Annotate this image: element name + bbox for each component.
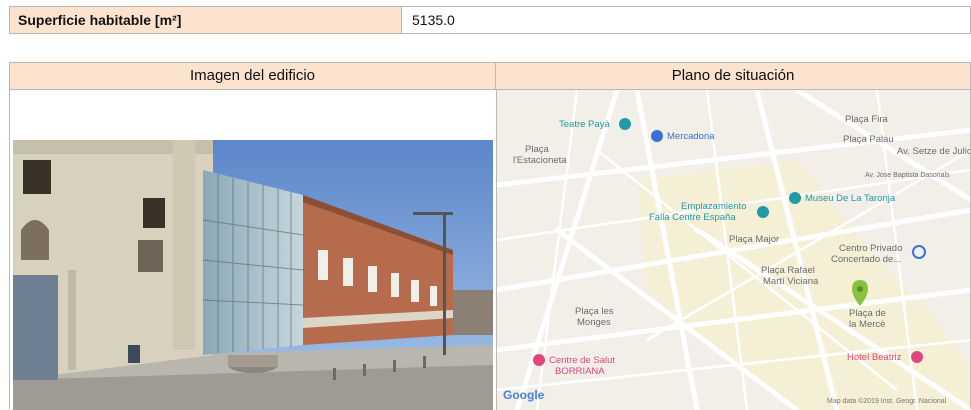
emplazamiento-pin-icon: [757, 206, 769, 218]
building-table: Imagen del edificio Plano de situación T…: [9, 62, 971, 410]
location-map-cell: Teatre Payà Mercadona Plaça Fira Plaça P…: [497, 90, 970, 410]
location-map-header: Plano de situación: [671, 67, 795, 84]
hotel-pin-icon: [911, 351, 923, 363]
map-label-mercadona: Mercadona: [667, 131, 715, 142]
map-label-placa-estacioneta-2: l'Estacioneta: [513, 155, 567, 166]
map-label-centro-privado-2: Concertado de...: [831, 254, 902, 265]
table-header-row: Imagen del edificio Plano de situación: [10, 63, 970, 90]
table-body-row: Teatre Payà Mercadona Plaça Fira Plaça P…: [10, 90, 970, 410]
map-label-placa-monges-1: Plaça les: [575, 306, 614, 317]
building-image-header: Imagen del edificio: [10, 63, 496, 89]
map-label-centre-salut-2: BORRIANA: [555, 366, 605, 377]
summary-value: 5135.0: [412, 12, 455, 28]
map-label-placa-rafael-2: Martí Viciana: [763, 276, 819, 287]
map-label-placa-estacioneta-1: Plaça: [525, 144, 549, 155]
centro-pin-icon: [912, 245, 926, 259]
summary-label: Superficie habitable [m²]: [10, 7, 402, 33]
map-attribution[interactable]: Map data ©2019 Inst. Geogr. Nacional: [827, 396, 946, 407]
teatre-pin-icon: [619, 118, 631, 130]
map-label-placa-major: Plaça Major: [729, 234, 780, 245]
map-label-emplazamiento-1: Emplazamiento: [681, 201, 747, 212]
map-label-av-jose-baptista: Av. Jose Baptista Dasonals: [865, 172, 950, 179]
location-map[interactable]: Teatre Payà Mercadona Plaça Fira Plaça P…: [497, 90, 970, 410]
map-label-placa-fira: Plaça Fira: [845, 114, 888, 125]
map-label-museu: Museu De La Taronja: [805, 193, 896, 204]
google-logo: Google: [503, 388, 545, 402]
map-label-hotel: Hotel Beatriz: [847, 352, 902, 363]
building-image-cell: [10, 90, 497, 410]
map-label-centro-privado-1: Centro Privado: [839, 243, 903, 254]
mercadona-pin-icon: [651, 130, 663, 142]
summary-row: Superficie habitable [m²] 5135.0: [9, 6, 971, 34]
map-label-placa-merce-2: la Mercè: [849, 319, 886, 330]
centre-salut-pin-icon: [533, 354, 545, 366]
map-label-centre-salut-1: Centre de Salut: [549, 355, 616, 366]
map-label-emplazamiento-2: Falla Centre España: [649, 212, 736, 223]
map-label-av-setze: Av. Setze de Juliol: [897, 146, 970, 157]
map-label-placa-palau: Plaça Palau: [843, 134, 894, 145]
map-label-teatre: Teatre Payà: [559, 119, 610, 130]
museu-pin-icon: [789, 192, 801, 204]
map-label-placa-merce-1: Plaça de: [849, 308, 886, 319]
location-marker-icon: [852, 280, 868, 306]
building-photo: [13, 140, 493, 410]
building-photo-illustration: [13, 140, 493, 410]
map-label-placa-monges-2: Monges: [577, 317, 611, 328]
map-label-placa-rafael-1: Plaça Rafael: [761, 265, 815, 276]
